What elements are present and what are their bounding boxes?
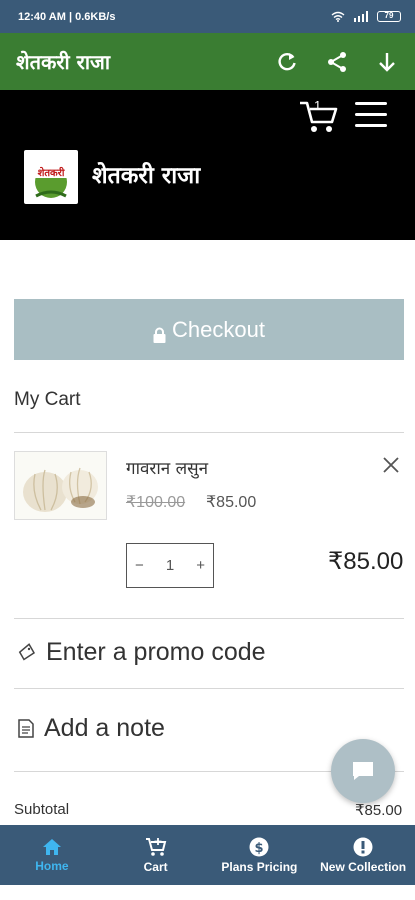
increase-quantity-button[interactable]: + [196, 557, 205, 574]
status-icons: 79 [331, 11, 401, 22]
quantity-stepper: − 1 + [126, 543, 214, 588]
promo-code-label: Enter a promo code [46, 638, 266, 666]
site-header: 1 शेतकरी शेतकरी राजा [0, 90, 415, 240]
logo-image: शेतकरी [32, 166, 70, 198]
nav-home[interactable]: Home [0, 825, 104, 885]
bottom-navigation: Home Cart $ Plans Pricing New Collection [0, 825, 415, 885]
nav-cart[interactable]: Cart [104, 825, 208, 885]
header-cart-button[interactable]: 1 [298, 98, 340, 134]
share-icon[interactable] [323, 48, 351, 76]
add-note-label: Add a note [44, 714, 165, 742]
svg-text:शेतकरी: शेतकरी [38, 166, 65, 179]
subtotal-label: Subtotal [14, 801, 70, 818]
divider [14, 432, 404, 433]
app-title: शेतकरी राजा [16, 50, 111, 74]
cart-add-icon [145, 837, 166, 856]
system-bottom-strip [0, 885, 415, 900]
svg-text:$: $ [255, 841, 264, 856]
checkout-button[interactable]: Checkout [14, 299, 404, 360]
dollar-icon: $ [249, 837, 269, 856]
note-icon [18, 719, 34, 738]
divider [14, 618, 404, 619]
site-name: शेतकरी राजा [92, 163, 201, 189]
status-bar: 12:40 AM | 0.6KB/s 79 [0, 0, 415, 33]
refresh-icon[interactable] [273, 48, 301, 76]
chat-icon [353, 762, 373, 780]
status-time-speed: 12:40 AM | 0.6KB/s [18, 10, 116, 23]
quantity-value[interactable]: 1 [166, 557, 174, 574]
site-logo[interactable]: शेतकरी [24, 150, 78, 204]
checkout-label: Checkout [172, 316, 265, 342]
promo-code-link[interactable]: Enter a promo code [18, 638, 266, 667]
nav-cart-label: Cart [143, 859, 168, 874]
decrease-quantity-button[interactable]: − [135, 557, 144, 574]
tag-icon [18, 642, 36, 661]
nav-new-collection-label: New Collection [320, 859, 407, 874]
hamburger-menu-icon[interactable] [355, 102, 387, 130]
home-icon [42, 838, 61, 855]
item-line-total: ₹85.00 [328, 548, 404, 575]
signal-icon [354, 11, 368, 22]
subtotal-value: ₹85.00 [355, 802, 403, 819]
cart-count-badge: 1 [314, 98, 322, 113]
product-image[interactable] [14, 451, 107, 520]
app-bar: शेतकरी राजा [0, 33, 415, 90]
nav-plans-pricing-label: Plans Pricing [221, 859, 298, 874]
add-note-link[interactable]: Add a note [18, 714, 165, 743]
nav-new-collection[interactable]: New Collection [311, 825, 415, 885]
product-price: ₹85.00 [206, 494, 257, 511]
chat-button[interactable] [331, 739, 395, 803]
close-icon [383, 457, 399, 473]
battery-icon: 79 [377, 11, 401, 22]
divider [14, 688, 404, 689]
remove-item-button[interactable] [378, 452, 404, 478]
nav-plans-pricing[interactable]: $ Plans Pricing [208, 825, 312, 885]
lock-icon [153, 323, 166, 343]
cart-heading: My Cart [14, 389, 81, 410]
product-old-price: ₹100.00 [126, 494, 186, 511]
info-icon [353, 837, 373, 856]
wifi-icon [331, 11, 345, 22]
product-name[interactable]: गावरान लसुन [126, 456, 208, 479]
nav-home-label: Home [35, 858, 69, 873]
garlic-image [23, 467, 98, 512]
download-icon[interactable] [373, 48, 401, 76]
